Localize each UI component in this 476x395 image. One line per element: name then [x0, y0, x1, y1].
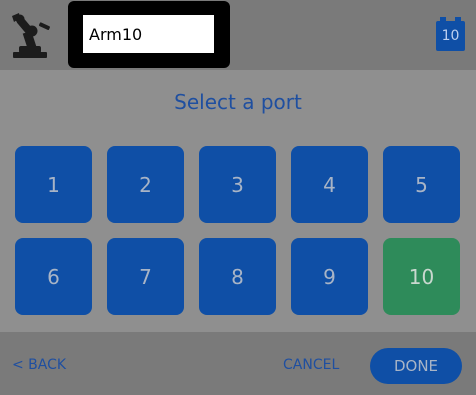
robot-arm-icon [12, 13, 50, 58]
port-button-6[interactable]: 6 [15, 238, 92, 315]
cancel-button[interactable]: CANCEL [283, 357, 339, 373]
selected-port-number: 10 [436, 21, 465, 51]
port-badge-icon: 10 [436, 17, 465, 51]
port-button-9[interactable]: 9 [291, 238, 368, 315]
port-button-3[interactable]: 3 [199, 146, 276, 223]
port-button-4[interactable]: 4 [291, 146, 368, 223]
port-button-7[interactable]: 7 [107, 238, 184, 315]
port-button-8[interactable]: 8 [199, 238, 276, 315]
done-button[interactable]: DONE [370, 348, 462, 384]
back-button[interactable]: < BACK [12, 357, 66, 373]
device-name-input[interactable] [83, 15, 214, 53]
top-bar: 10 [0, 0, 476, 70]
page-title: Select a port [174, 90, 302, 114]
port-button-1[interactable]: 1 [15, 146, 92, 223]
footer-bar: < BACK CANCEL DONE [0, 332, 476, 395]
port-grid: 1 2 3 4 5 6 7 8 9 10 [15, 146, 462, 315]
port-button-10[interactable]: 10 [383, 238, 460, 315]
port-button-5[interactable]: 5 [383, 146, 460, 223]
port-button-2[interactable]: 2 [107, 146, 184, 223]
device-name-panel [68, 1, 230, 68]
